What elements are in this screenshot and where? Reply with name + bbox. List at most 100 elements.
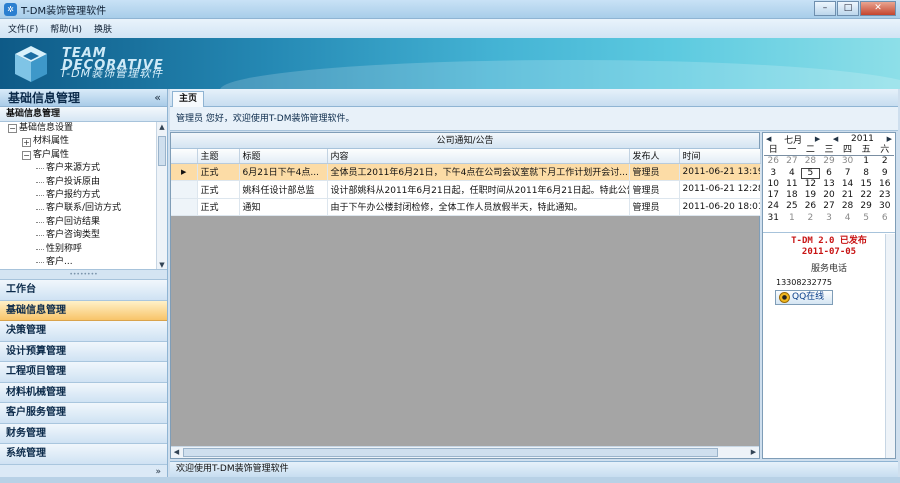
calendar-day[interactable]: 1 <box>857 156 876 167</box>
menu-skin[interactable]: 换肤 <box>94 22 112 35</box>
horizontal-scrollbar[interactable]: ◀ ▶ <box>171 446 759 458</box>
close-icon[interactable]: ✕ <box>860 1 896 16</box>
calendar-day[interactable]: 11 <box>783 179 802 190</box>
calendar-day[interactable]: 10 <box>764 179 783 190</box>
calendar-day[interactable]: 29 <box>820 156 839 167</box>
table-row[interactable]: 正式 姚科任设计部总监 设计部姚科从2011年6月21日起，任职时间从2011年6月… <box>171 180 761 199</box>
minimize-icon[interactable]: – <box>814 1 836 16</box>
tree-item[interactable]: 客户咨询类型 <box>0 229 167 242</box>
calendar-day[interactable]: 16 <box>875 179 894 190</box>
scroll-right-icon[interactable]: ▶ <box>748 447 759 458</box>
column-header-time[interactable]: 时间 <box>679 149 761 164</box>
nav-item[interactable]: 基础信息管理 <box>0 300 167 321</box>
calendar-day[interactable]: 28 <box>838 201 857 212</box>
calendar-day[interactable]: 6 <box>820 168 839 179</box>
scroll-up-icon[interactable]: ▲ <box>157 122 167 132</box>
calendar-day[interactable]: 12 <box>801 179 820 190</box>
collapse-node-icon[interactable]: − <box>22 150 31 160</box>
calendar-month[interactable]: 七月 <box>784 133 802 146</box>
calendar-today[interactable]: 5 <box>801 167 820 179</box>
collapse-node-icon[interactable]: − <box>8 124 17 134</box>
calendar-day[interactable]: 2 <box>875 156 894 167</box>
nav-item[interactable]: 财务管理 <box>0 423 167 444</box>
calendar-day[interactable]: 25 <box>783 201 802 212</box>
nav-item[interactable]: 材料机械管理 <box>0 382 167 403</box>
qq-online-button[interactable]: ● QQ在线 <box>775 290 833 305</box>
calendar-day[interactable]: 3 <box>820 213 839 224</box>
tree-item[interactable]: 客户来源方式 <box>0 162 167 175</box>
column-header-title[interactable]: 标题 <box>239 149 328 164</box>
menu-help[interactable]: 帮助(H) <box>50 22 82 35</box>
next-year-icon[interactable]: ▶ <box>887 135 892 143</box>
splitter-grip[interactable]: •••••••• <box>0 270 167 280</box>
nav-item[interactable]: 决策管理 <box>0 321 167 342</box>
calendar-day[interactable]: 4 <box>783 168 802 179</box>
calendar-day[interactable]: 24 <box>764 201 783 212</box>
collapse-panel-icon[interactable]: « <box>154 91 161 104</box>
next-month-icon[interactable]: ▶ <box>815 135 820 143</box>
calendar-day[interactable]: 9 <box>875 168 894 179</box>
calendar-day[interactable]: 5 <box>857 213 876 224</box>
right-panel-scrollbar[interactable] <box>885 234 895 458</box>
maximize-icon[interactable]: □ <box>837 1 859 16</box>
column-header-content[interactable]: 内容 <box>327 149 630 164</box>
calendar-day[interactable]: 23 <box>875 190 894 201</box>
calendar-day[interactable]: 20 <box>820 190 839 201</box>
column-header-subject[interactable]: 主题 <box>197 149 240 164</box>
tree-item[interactable]: 客户报约方式 <box>0 189 167 202</box>
row-marker[interactable] <box>171 180 198 199</box>
calendar-year[interactable]: 2011 <box>851 134 874 144</box>
calendar-day[interactable]: 4 <box>838 213 857 224</box>
calendar-day[interactable]: 27 <box>783 156 802 167</box>
scroll-left-icon[interactable]: ◀ <box>171 447 182 458</box>
calendar-day[interactable]: 31 <box>764 213 783 224</box>
tree-item[interactable]: 性别称呼 <box>0 243 167 256</box>
calendar-day[interactable]: 22 <box>857 190 876 201</box>
column-header-publisher[interactable]: 发布人 <box>629 149 680 164</box>
prev-year-icon[interactable]: ◀ <box>833 135 838 143</box>
calendar-day[interactable]: 6 <box>875 213 894 224</box>
row-marker[interactable] <box>171 198 198 216</box>
tab-home[interactable]: 主页 <box>172 91 205 107</box>
tree-scrollbar[interactable]: ▲ ▼ <box>156 122 167 269</box>
tree-item[interactable]: + 材料属性 <box>0 135 167 148</box>
scroll-thumb[interactable] <box>158 136 166 166</box>
calendar-day[interactable]: 26 <box>801 201 820 212</box>
tree-item[interactable]: − 基础信息设置 <box>0 122 167 135</box>
prev-month-icon[interactable]: ◀ <box>766 135 771 143</box>
calendar-day[interactable]: 3 <box>764 168 783 179</box>
calendar-day[interactable]: 30 <box>875 201 894 212</box>
calendar-day[interactable]: 7 <box>838 168 857 179</box>
calendar-day[interactable]: 1 <box>783 213 802 224</box>
table-row[interactable]: 正式 通知 由于下午办公楼封闭检修，全体工作人员放假半天，特此通知。 管理员 2011-… <box>171 198 761 216</box>
nav-item[interactable]: 工作台 <box>0 280 167 301</box>
calendar-day[interactable]: 2 <box>801 213 820 224</box>
calendar-day[interactable]: 27 <box>820 201 839 212</box>
table-row[interactable]: ▶ 正式 6月21日下午4点... 全体员工2011年6月21日，下午4点在公司会议室… <box>171 163 761 181</box>
calendar-day[interactable]: 21 <box>838 190 857 201</box>
calendar-day[interactable]: 18 <box>783 190 802 201</box>
calendar-day[interactable]: 17 <box>764 190 783 201</box>
calendar-day[interactable]: 8 <box>857 168 876 179</box>
tree-item[interactable]: 客户... <box>0 256 167 269</box>
nav-item[interactable]: 客户服务管理 <box>0 403 167 424</box>
tree-item[interactable]: 客户投诉原由 <box>0 176 167 189</box>
row-marker[interactable]: ▶ <box>171 163 198 181</box>
calendar-day[interactable]: 13 <box>820 179 839 190</box>
tree-item[interactable]: − 客户属性 <box>0 149 167 162</box>
expand-node-icon[interactable]: + <box>22 137 31 147</box>
calendar-day[interactable]: 30 <box>838 156 857 167</box>
tree-item[interactable]: 客户回访结果 <box>0 216 167 229</box>
calendar-day[interactable]: 29 <box>857 201 876 212</box>
calendar-day[interactable]: 26 <box>764 156 783 167</box>
calendar-day[interactable]: 19 <box>801 190 820 201</box>
calendar-day[interactable]: 28 <box>801 156 820 167</box>
nav-item[interactable]: 设计预算管理 <box>0 341 167 362</box>
tree-item[interactable]: 客户联系/回访方式 <box>0 202 167 215</box>
calendar-day[interactable]: 15 <box>857 179 876 190</box>
hscroll-thumb[interactable] <box>183 448 718 457</box>
nav-item[interactable]: 工程项目管理 <box>0 362 167 383</box>
calendar-day[interactable]: 14 <box>838 179 857 190</box>
scroll-down-icon[interactable]: ▼ <box>157 260 167 269</box>
menu-file[interactable]: 文件(F) <box>8 22 38 35</box>
